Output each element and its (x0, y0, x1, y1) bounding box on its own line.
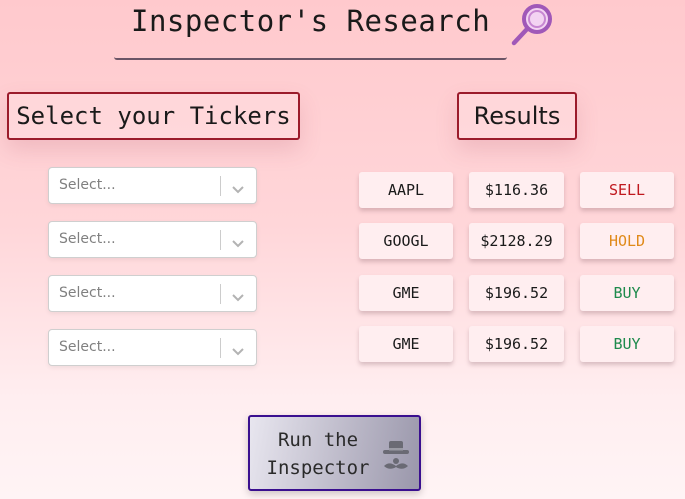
result-price: $116.36 (469, 172, 564, 208)
result-signal: HOLD (580, 223, 674, 259)
chevron-down-icon[interactable] (231, 288, 245, 307)
tickers-heading: Select your Tickers (7, 92, 300, 140)
result-price: $196.52 (469, 326, 564, 362)
select-placeholder: Select... (59, 339, 116, 355)
select-separator (220, 230, 221, 250)
ticker-select-3[interactable]: Select... (48, 275, 257, 312)
result-signal: SELL (580, 172, 674, 208)
run-button-label-line1: Run the (277, 429, 359, 451)
result-ticker: GME (359, 326, 453, 362)
chevron-down-icon[interactable] (231, 342, 245, 361)
run-button-label-line2: Inspector (266, 457, 370, 479)
page-title: Inspector's Research (114, 0, 552, 60)
result-price: $2128.29 (469, 223, 564, 259)
detective-icon (381, 439, 411, 477)
ticker-select-1[interactable]: Select... (48, 167, 257, 204)
select-separator (220, 284, 221, 304)
run-inspector-button[interactable]: Run the Inspector (248, 415, 421, 491)
result-ticker: AAPL (359, 172, 453, 208)
result-price: $196.52 (469, 275, 564, 311)
ticker-select-2[interactable]: Select... (48, 221, 257, 258)
result-ticker: GOOGL (359, 223, 453, 259)
results-heading: Results (457, 92, 577, 140)
select-placeholder: Select... (59, 285, 116, 301)
select-separator (220, 338, 221, 358)
magnifying-glass-icon (510, 2, 554, 50)
chevron-down-icon[interactable] (231, 180, 245, 199)
chevron-down-icon[interactable] (231, 234, 245, 253)
select-placeholder: Select... (59, 231, 116, 247)
select-placeholder: Select... (59, 177, 116, 193)
result-signal: BUY (580, 326, 674, 362)
result-ticker: GME (359, 275, 453, 311)
page-title-text: Inspector's Research (131, 4, 491, 38)
result-signal: BUY (580, 275, 674, 311)
ticker-select-4[interactable]: Select... (48, 329, 257, 366)
run-button-label: Run the Inspector (258, 426, 378, 482)
select-separator (220, 176, 221, 196)
